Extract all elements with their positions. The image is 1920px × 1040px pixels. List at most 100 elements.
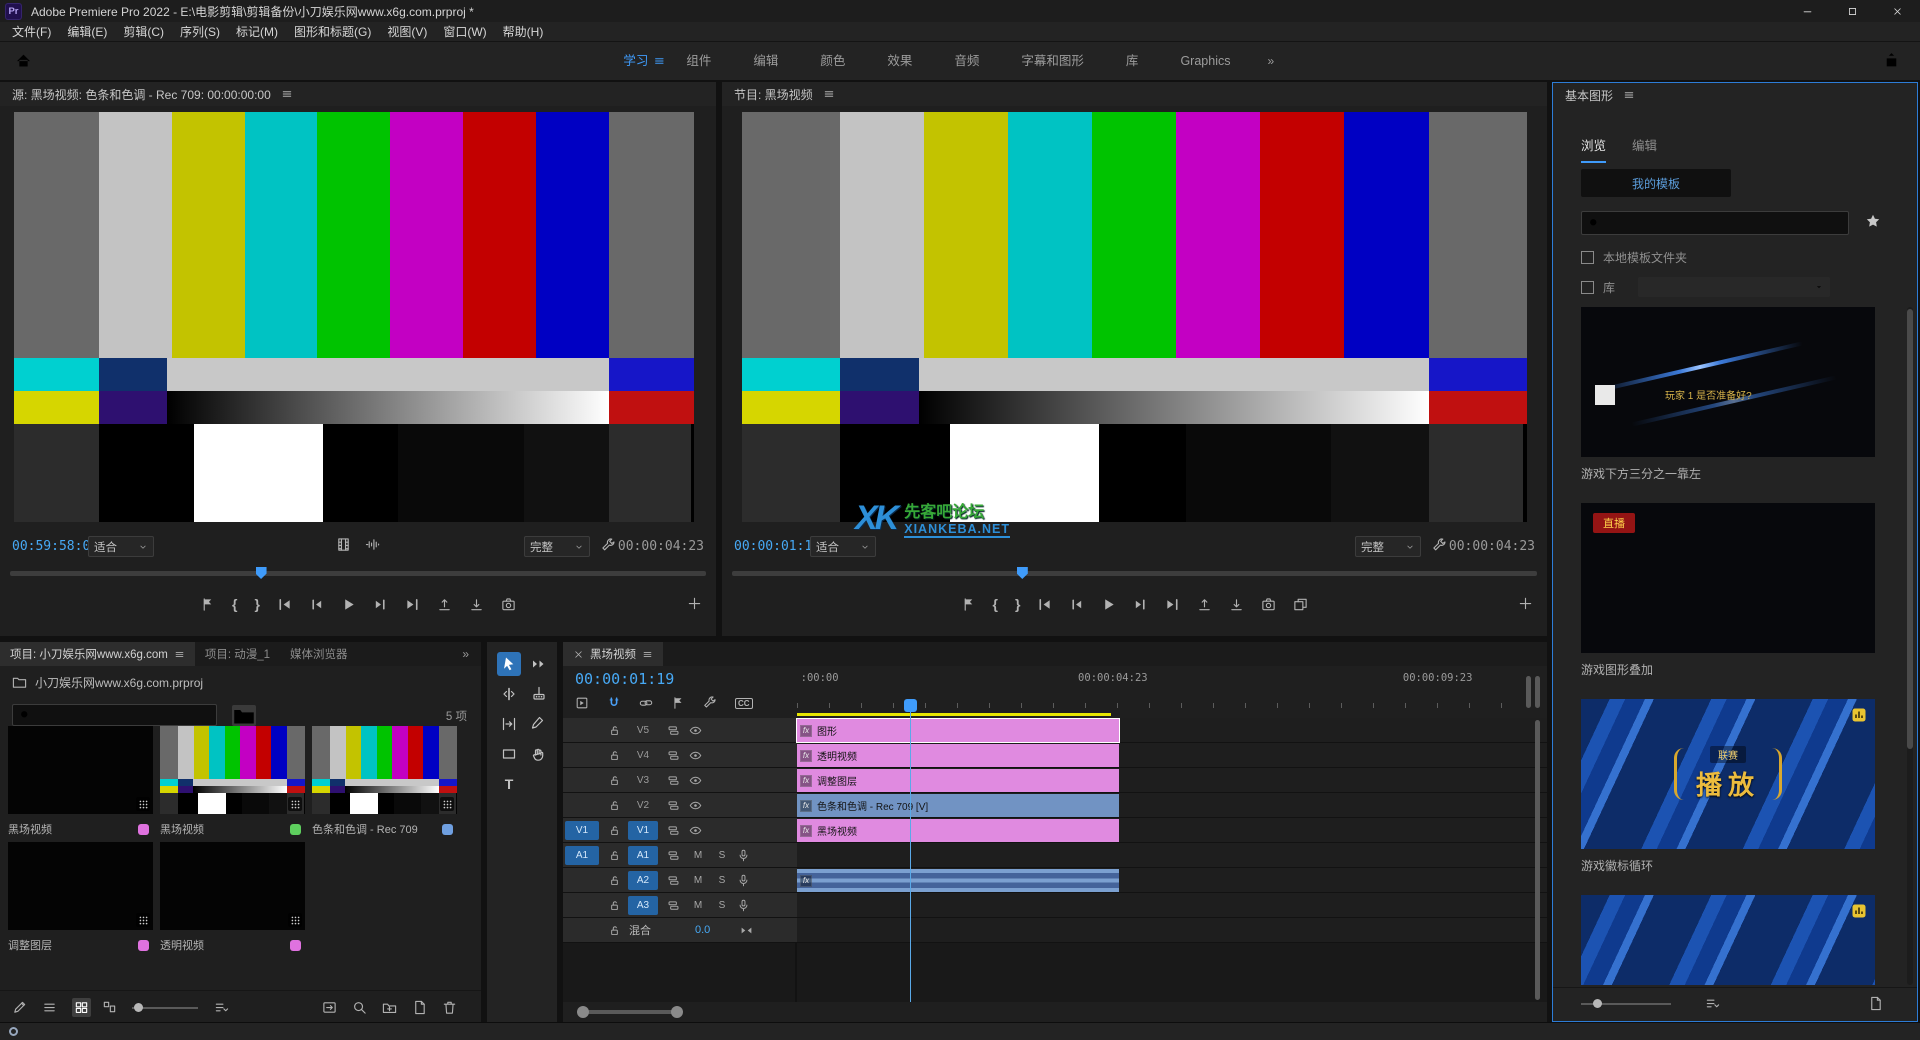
workspace-tab-1[interactable]: 组件 — [665, 42, 732, 80]
track-name-badge[interactable]: A3 — [628, 896, 658, 915]
search-in-bin-button[interactable] — [232, 705, 256, 726]
add-marker-icon[interactable] — [671, 696, 685, 710]
go-to-in-button[interactable] — [277, 597, 292, 612]
source-patch[interactable] — [565, 871, 599, 890]
playhead-marker[interactable] — [904, 699, 917, 712]
panel-menu-icon[interactable] — [642, 649, 653, 660]
eg-tab-1[interactable]: 编辑 — [1632, 135, 1657, 163]
button-editor-plus-icon[interactable] — [1518, 596, 1533, 611]
type-tool[interactable]: T — [497, 772, 521, 796]
project-item-thumbnail[interactable] — [160, 842, 305, 930]
track-output-eye-icon[interactable] — [689, 749, 702, 762]
sync-lock-icon[interactable] — [667, 749, 680, 762]
export-frame-button[interactable] — [501, 597, 516, 612]
label-color-chip[interactable] — [290, 940, 301, 951]
label-color-chip[interactable] — [290, 824, 301, 835]
go-to-out-button[interactable] — [405, 597, 420, 612]
work-area-bar[interactable] — [797, 713, 1111, 716]
source-patch[interactable] — [565, 896, 599, 915]
project-writable-icon[interactable] — [12, 1000, 27, 1015]
install-template-icon[interactable] — [1868, 996, 1883, 1011]
settings-wrench-icon[interactable] — [601, 538, 616, 553]
pen-tool[interactable] — [527, 712, 551, 736]
track-lock-icon[interactable] — [608, 799, 621, 812]
workspace-tab-4[interactable]: 效果 — [866, 42, 933, 80]
go-to-out-button[interactable] — [1165, 597, 1180, 612]
panel-menu-icon[interactable] — [281, 88, 293, 100]
maximize-button[interactable] — [1830, 0, 1875, 22]
sync-lock-icon[interactable] — [667, 724, 680, 737]
mark-out-button[interactable]: } — [1015, 596, 1020, 612]
list-view-icon[interactable] — [42, 1000, 57, 1015]
linked-selection-icon[interactable] — [639, 696, 653, 710]
mark-out-button[interactable]: } — [255, 596, 260, 612]
favorites-star-icon[interactable] — [1865, 213, 1881, 229]
label-color-chip[interactable] — [442, 824, 453, 835]
project-item[interactable]: 调整图层 — [8, 842, 153, 953]
menu-item-0[interactable]: 文件(F) — [4, 22, 59, 42]
scrub-track[interactable] — [732, 571, 1537, 576]
voiceover-mic-icon[interactable] — [737, 849, 750, 862]
project-item-thumbnail[interactable] — [8, 842, 153, 930]
mark-in-button[interactable]: { — [232, 596, 237, 612]
timeline-clip[interactable]: fx透明视频 — [797, 744, 1119, 767]
thumbnail-size-slider[interactable] — [1581, 1003, 1671, 1005]
panel-menu-icon[interactable] — [174, 649, 185, 660]
local-templates-checkbox[interactable] — [1581, 251, 1594, 264]
playhead-line[interactable] — [910, 712, 911, 1002]
track-name-badge[interactable]: V1 — [628, 821, 658, 840]
track-lock-icon[interactable] — [608, 774, 621, 787]
icon-view-icon[interactable] — [72, 998, 91, 1017]
clear-icon[interactable] — [442, 1000, 457, 1015]
project-tab-2[interactable]: 媒体浏览器 — [280, 642, 358, 666]
sync-lock-icon[interactable] — [667, 849, 680, 862]
extract-button[interactable] — [469, 597, 484, 612]
track-lock-icon[interactable] — [608, 899, 621, 912]
workspace-tab-2[interactable]: 编辑 — [732, 42, 799, 80]
project-search-input[interactable] — [12, 704, 217, 726]
workspace-tab-5[interactable]: 音频 — [933, 42, 1000, 80]
track-height-zoom-bar[interactable] — [1535, 676, 1540, 708]
project-item[interactable]: 黑场视频 — [8, 726, 153, 837]
selection-tool[interactable] — [497, 652, 521, 676]
source-patch[interactable]: V1 — [565, 821, 599, 840]
source-patch[interactable] — [565, 796, 599, 815]
drag-video-only-icon[interactable] — [336, 537, 351, 552]
settings-wrench-icon[interactable] — [1432, 538, 1447, 553]
label-color-chip[interactable] — [138, 824, 149, 835]
voiceover-mic-icon[interactable] — [737, 899, 750, 912]
libraries-checkbox[interactable] — [1581, 281, 1594, 294]
track-name-badge[interactable]: A1 — [628, 846, 658, 865]
template-thumbnail[interactable] — [1581, 895, 1875, 985]
scrub-bar[interactable] — [732, 566, 1537, 580]
playback-resolution-select[interactable]: 完整 — [524, 536, 590, 557]
project-item[interactable]: 黑场视频 — [160, 726, 305, 837]
vertical-scrollbar[interactable] — [1535, 720, 1540, 1000]
snap-icon[interactable] — [607, 696, 621, 710]
track-select-forward-tool[interactable] — [527, 652, 551, 676]
timeline-clip[interactable]: fx色条和色调 - Rec 709 [V] — [797, 794, 1119, 817]
export-frame-button[interactable] — [1261, 597, 1276, 612]
sync-lock-icon[interactable] — [667, 824, 680, 837]
track-name-badge[interactable]: V3 — [628, 771, 658, 790]
project-item-thumbnail[interactable] — [8, 726, 153, 814]
mix-track-value[interactable]: 0.0 — [695, 924, 710, 936]
track-name-badge[interactable]: V2 — [628, 796, 658, 815]
solo-button[interactable]: S — [716, 875, 728, 886]
keyframe-nav-icon[interactable] — [740, 924, 753, 937]
panel-menu-icon[interactable] — [1623, 89, 1635, 101]
slider-knob[interactable] — [1593, 999, 1602, 1008]
workspace-tab-7[interactable]: 库 — [1105, 42, 1160, 80]
track-output-eye-icon[interactable] — [689, 824, 702, 837]
label-color-chip[interactable] — [138, 940, 149, 951]
template-search-input[interactable] — [1581, 211, 1849, 235]
solo-button[interactable]: S — [716, 900, 728, 911]
automate-to-sequence-icon[interactable] — [322, 1000, 337, 1015]
project-item[interactable]: 透明视频 — [160, 842, 305, 953]
source-patch[interactable]: A1 — [565, 846, 599, 865]
freeform-view-icon[interactable] — [102, 1000, 117, 1015]
track-name-badge[interactable]: V5 — [628, 721, 658, 740]
lift-button[interactable] — [437, 597, 452, 612]
quick-export-icon[interactable] — [1883, 52, 1900, 74]
source-patch[interactable] — [565, 746, 599, 765]
